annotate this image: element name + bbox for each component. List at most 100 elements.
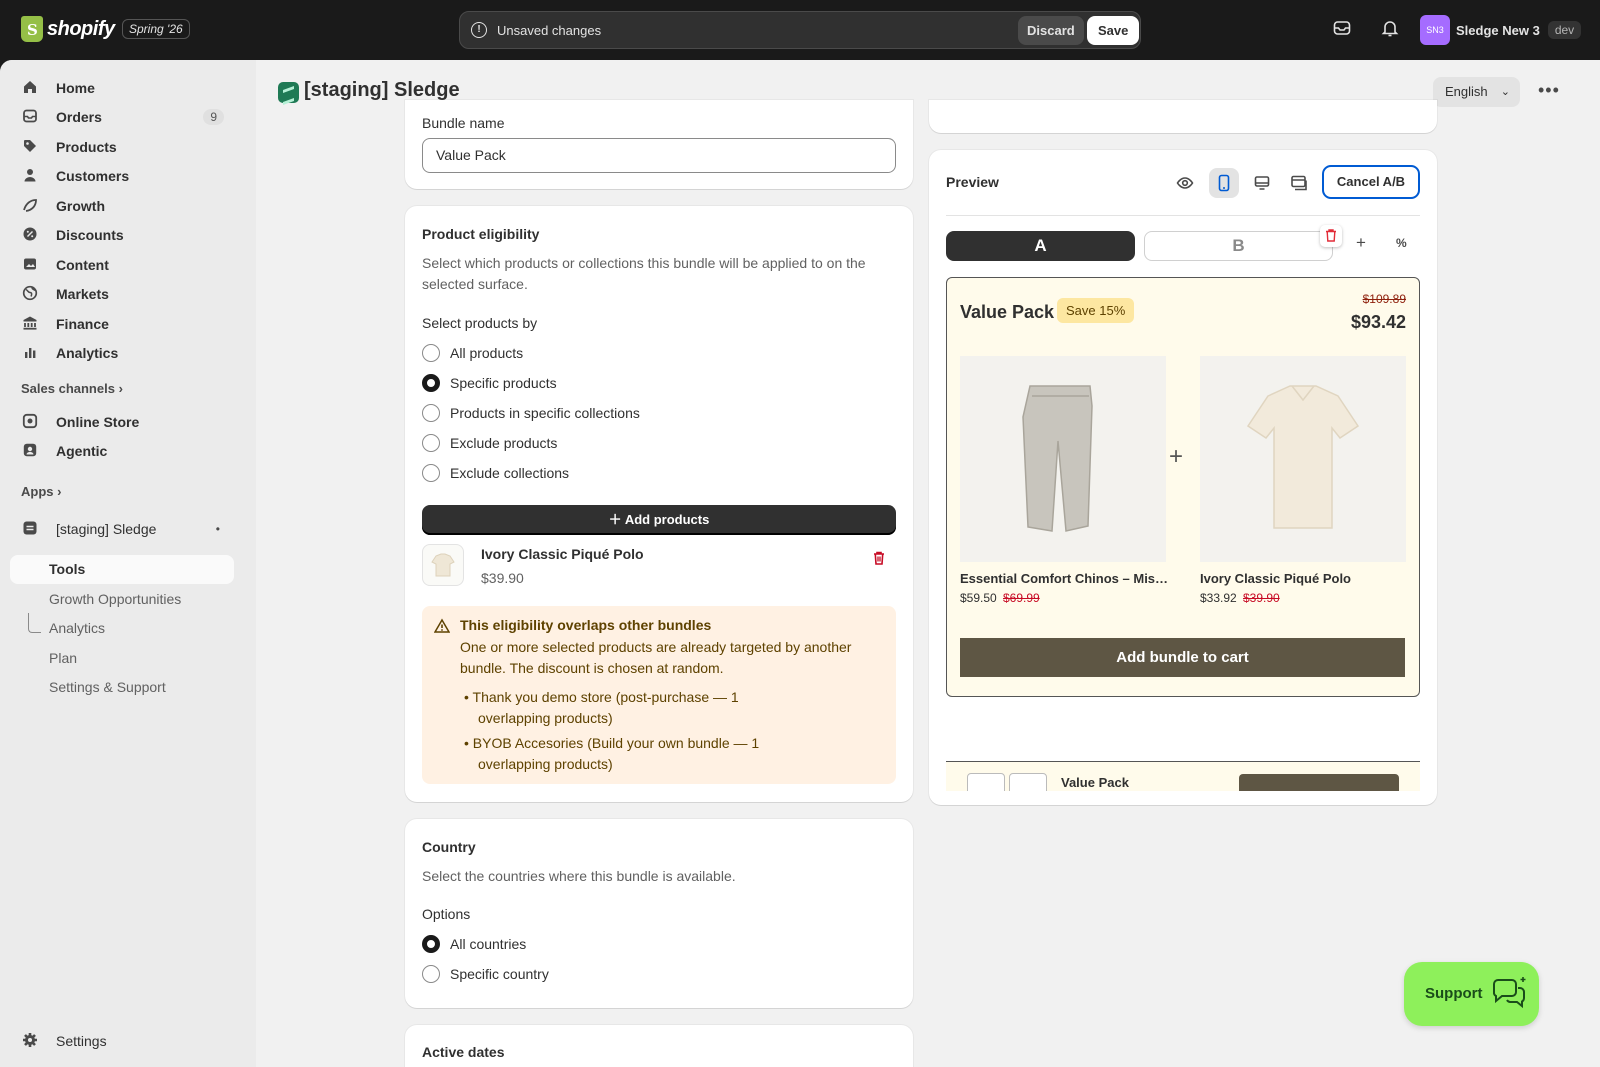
radio-circle-selected[interactable] <box>422 374 440 392</box>
sidebar-item-content[interactable]: Content <box>10 250 234 279</box>
chevron-down-icon: ⌄ <box>1500 86 1510 98</box>
product-image-polo <box>1200 356 1406 562</box>
sidebar-item-agentic[interactable]: Agentic <box>10 436 234 465</box>
pin-dot-icon: • <box>215 521 220 536</box>
sidebar-item-analytics[interactable]: Analytics <box>10 338 234 367</box>
more-actions-icon[interactable]: ••• <box>1538 80 1560 101</box>
sidebar-item-finance[interactable]: Finance <box>10 309 234 338</box>
apps-heading[interactable]: Apps › <box>21 484 61 499</box>
inbox-icon[interactable] <box>1330 18 1354 42</box>
radio-exclude-products[interactable]: Exclude products <box>422 434 557 452</box>
sidebar-subitem-settings-support[interactable]: Settings & Support <box>49 679 166 695</box>
sidebar-item-products[interactable]: Products <box>10 132 234 161</box>
warning-title: This eligibility overlaps other bundles <box>460 617 712 633</box>
sidebar-item-label: Discounts <box>56 226 124 243</box>
sidebar-item-home[interactable]: Home <box>10 73 234 102</box>
radio-products-in-collections[interactable]: Products in specific collections <box>422 404 640 422</box>
sidebar-subitem-growth-opportunities[interactable]: Growth Opportunities <box>49 591 181 607</box>
chat-bubbles-icon <box>1490 976 1528 1013</box>
sidebar-item-growth[interactable]: Growth <box>10 191 234 220</box>
sidebar-subitem-plan[interactable]: Plan <box>49 650 77 666</box>
active-dates-card: Active dates <box>405 1025 913 1067</box>
sidebar-item-app[interactable]: [staging] Sledge • <box>10 514 234 543</box>
home-icon <box>21 79 39 97</box>
options-label: Options <box>422 906 471 922</box>
bell-icon[interactable] <box>1378 18 1402 42</box>
sidebar-subitem-analytics[interactable]: Analytics <box>49 620 105 636</box>
overlap-warning-banner: This eligibility overlaps other bundles … <box>422 606 896 784</box>
cancel-ab-button[interactable]: Cancel A/B <box>1322 165 1420 199</box>
delete-variant-icon[interactable] <box>1320 225 1342 247</box>
save-button[interactable]: Save <box>1087 16 1140 45</box>
discount-icon <box>21 226 39 244</box>
radio-circle[interactable] <box>422 344 440 362</box>
radio-exclude-collections[interactable]: Exclude collections <box>422 464 569 482</box>
sidebar-item-markets[interactable]: Markets <box>10 279 234 308</box>
sidebar-item-label: Growth <box>56 197 105 214</box>
support-button[interactable]: Support <box>1404 962 1539 1026</box>
overlap-bundle-link[interactable]: BYOB Accesories <box>473 735 584 751</box>
sidebar-item-settings[interactable]: Settings <box>10 1026 234 1055</box>
radio-circle[interactable] <box>422 404 440 422</box>
sales-channels-heading[interactable]: Sales channels › <box>21 381 123 396</box>
sidebar-item-label: Content <box>56 256 109 273</box>
add-products-button[interactable]: ＋ Add products <box>422 505 896 535</box>
radio-specific-country[interactable]: Specific country <box>422 965 549 983</box>
add-bundle-to-cart-button[interactable]: Add bundle to cart <box>960 638 1405 677</box>
tree-connector <box>28 613 41 633</box>
app-icon <box>21 520 39 538</box>
country-card: Country Select the countries where this … <box>405 819 913 1008</box>
layout-view-icon[interactable] <box>1290 174 1308 195</box>
sidebar-subitem-tools[interactable]: Tools <box>49 561 85 577</box>
product-thumbnail <box>422 544 464 586</box>
previous-card-sliver <box>929 100 1437 133</box>
chevron-right-icon: › <box>118 381 123 396</box>
unsaved-changes-bar: ! Unsaved changes Discard Save <box>459 11 1141 49</box>
peek-title: Value Pack <box>1061 775 1129 790</box>
variant-a-tab[interactable]: A <box>946 231 1135 261</box>
store-switcher[interactable]: SN3 Sledge New 3 dev <box>1420 15 1582 45</box>
bundle-name-input[interactable]: Value Pack <box>422 138 896 173</box>
warning-triangle-icon <box>433 618 451 637</box>
discard-button[interactable]: Discard <box>1018 16 1084 45</box>
overlap-item: • BYOB Accesories (Build your own bundle… <box>464 735 760 772</box>
sticky-bundle-peek: Value Pack <box>946 761 1420 791</box>
radio-circle[interactable] <box>422 464 440 482</box>
overlap-bundle-link[interactable]: Thank you demo store <box>473 689 612 705</box>
top-bar: shopify Spring '26 ! Unsaved changes Dis… <box>0 0 1600 60</box>
radio-circle[interactable] <box>422 965 440 983</box>
radio-all-countries[interactable]: All countries <box>422 935 526 953</box>
product-image-chinos <box>960 356 1166 562</box>
desktop-view-icon[interactable] <box>1253 174 1271 195</box>
radio-circle[interactable] <box>422 434 440 452</box>
sidebar-item-customers[interactable]: Customers <box>10 161 234 190</box>
add-variant-icon[interactable]: + <box>1356 233 1366 253</box>
sidebar-item-online-store[interactable]: Online Store <box>10 407 234 436</box>
trash-icon[interactable] <box>871 550 887 569</box>
globe-icon <box>21 285 39 303</box>
radio-specific-products[interactable]: Specific products <box>422 374 557 392</box>
sidebar-item-discounts[interactable]: Discounts <box>10 220 234 249</box>
radio-circle-selected[interactable] <box>422 935 440 953</box>
product-eligibility-card: Product eligibility Select which product… <box>405 206 913 802</box>
unsaved-label: Unsaved changes <box>497 23 602 38</box>
plus-icon: + <box>1169 443 1184 470</box>
product-name: Ivory Classic Piqué Polo <box>481 546 644 562</box>
sidebar-subitem-active-bg <box>10 555 234 584</box>
store-icon <box>21 413 39 431</box>
bank-icon <box>21 315 39 333</box>
sidebar-item-orders[interactable]: Orders 9 <box>10 102 234 131</box>
shopify-logo[interactable]: shopify <box>21 16 115 42</box>
mobile-view-toggle[interactable] <box>1209 168 1239 198</box>
sidebar-item-label: Customers <box>56 167 130 184</box>
percent-split-icon[interactable]: % <box>1396 236 1407 250</box>
variant-b-tab[interactable]: B <box>1144 231 1333 261</box>
section-description: Select which products or collections thi… <box>422 255 866 292</box>
language-select[interactable]: English ⌄ <box>1433 77 1520 107</box>
sidebar-item-label: Analytics <box>56 344 119 361</box>
orders-icon <box>21 108 39 126</box>
store-avatar: SN3 <box>1420 15 1450 45</box>
eye-icon[interactable] <box>1176 174 1194 195</box>
content-icon <box>21 256 39 274</box>
radio-all-products[interactable]: All products <box>422 344 523 362</box>
